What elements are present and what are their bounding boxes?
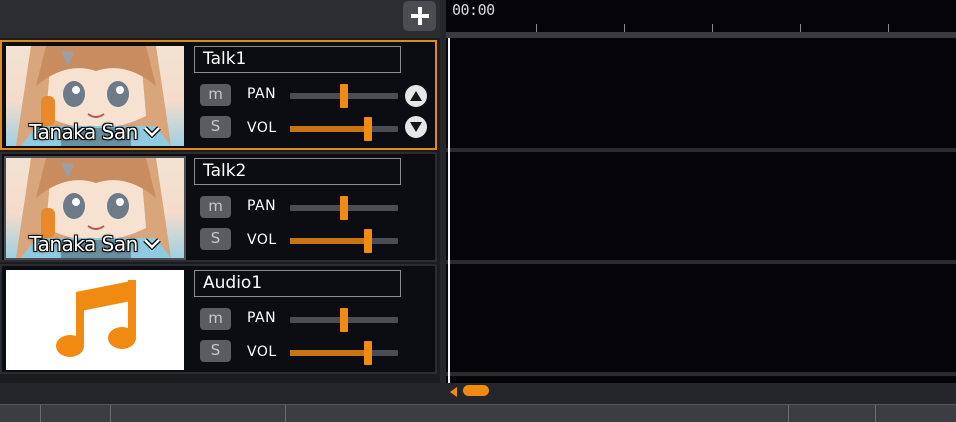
track-name-field[interactable]: Talk2 (194, 158, 401, 185)
pan-label: PAN (247, 198, 277, 214)
scroll-left-arrow[interactable] (450, 387, 457, 397)
mute-button[interactable]: m (200, 84, 231, 106)
mute-button[interactable]: m (200, 196, 231, 218)
character-thumbnail[interactable]: Tanaka San (6, 158, 184, 258)
chevron-down-icon (143, 238, 161, 250)
pan-slider-handle[interactable] (340, 84, 348, 108)
lane-separator (446, 148, 956, 152)
solo-button[interactable]: S (200, 340, 231, 362)
move-down-button[interactable] (405, 116, 427, 138)
plus-icon (410, 7, 429, 25)
vol-slider-handle[interactable] (363, 117, 372, 141)
scroll-thumb[interactable] (463, 385, 489, 396)
ruler-time-label: 00:00 (452, 1, 495, 19)
character-name: Tanaka San (29, 120, 138, 144)
track-talk2[interactable]: Tanaka San Talk2 m PAN S VOL (0, 152, 437, 262)
add-track-button[interactable] (403, 1, 436, 31)
chevron-down-icon (143, 126, 161, 138)
audio-thumbnail[interactable] (6, 270, 184, 370)
vol-slider-fill (290, 126, 368, 132)
track-name-field[interactable]: Talk1 (194, 46, 401, 73)
playhead[interactable] (448, 38, 450, 383)
vol-slider-handle[interactable] (363, 341, 372, 365)
pan-slider[interactable] (290, 84, 398, 108)
pan-label: PAN (247, 310, 277, 326)
solo-button[interactable]: S (200, 116, 231, 138)
music-note-icon (56, 280, 136, 357)
character-name: Tanaka San (29, 232, 138, 256)
track-talk1[interactable]: Tanaka San Talk1 m PAN S VOL (0, 40, 437, 150)
pan-slider-handle[interactable] (340, 308, 348, 332)
move-up-button[interactable] (405, 85, 427, 107)
vol-slider-fill (290, 238, 368, 244)
vol-slider[interactable] (290, 229, 398, 253)
pan-slider[interactable] (290, 196, 398, 220)
vol-slider[interactable] (290, 341, 398, 365)
character-thumbnail[interactable]: Tanaka San (6, 46, 184, 146)
track-audio1[interactable]: Audio1 m PAN S VOL (0, 264, 437, 374)
arrow-up-circle-icon (410, 91, 422, 101)
character-selector[interactable]: Tanaka San (6, 120, 184, 144)
vol-label: VOL (247, 232, 277, 248)
vol-slider-handle[interactable] (363, 229, 372, 253)
lane-separator (446, 260, 956, 264)
solo-button[interactable]: S (200, 228, 231, 250)
bottom-toolbar (0, 404, 956, 422)
track-header-bar (0, 0, 440, 38)
timeline-scrollbar[interactable] (446, 383, 956, 403)
arrow-down-circle-icon (410, 122, 422, 132)
track-name-field[interactable]: Audio1 (194, 270, 401, 297)
pan-label: PAN (247, 86, 277, 102)
vol-slider[interactable] (290, 117, 398, 141)
vol-label: VOL (247, 120, 277, 136)
timeline-ruler[interactable] (446, 0, 956, 38)
timeline-area[interactable] (446, 38, 956, 383)
vol-slider-fill (290, 350, 368, 356)
mute-button[interactable]: m (200, 308, 231, 330)
pan-slider-handle[interactable] (340, 196, 348, 220)
lane-separator (446, 372, 956, 376)
character-selector[interactable]: Tanaka San (6, 232, 184, 256)
pan-slider[interactable] (290, 308, 398, 332)
vol-label: VOL (247, 344, 277, 360)
